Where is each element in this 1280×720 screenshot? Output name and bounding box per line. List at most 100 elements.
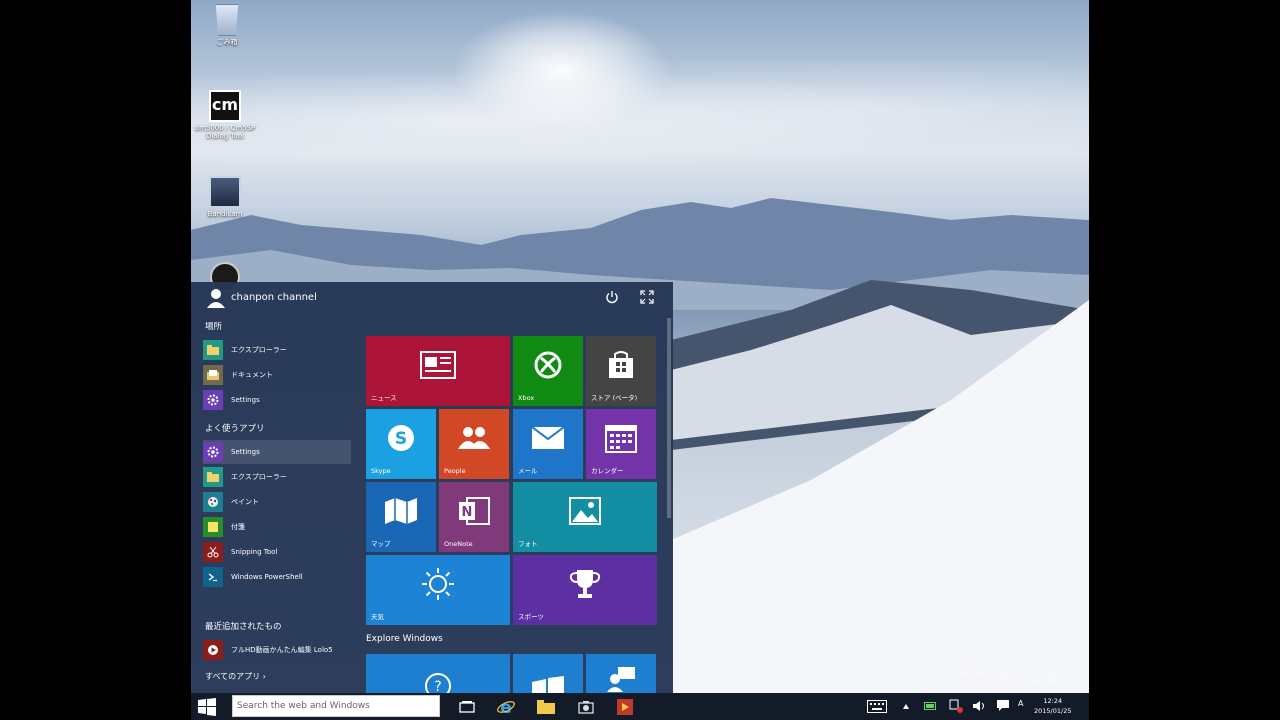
cm-app-icon: cm [209, 90, 241, 122]
help-icon: ? [425, 673, 451, 693]
video-editor-icon [617, 699, 633, 715]
build-watermark: Windows 10 Pro Technical Preview 評価コピー。B… [961, 670, 1063, 686]
show-hidden-icons-icon[interactable] [903, 704, 909, 709]
xbox-icon [534, 351, 562, 379]
tile-news[interactable]: ニュース [366, 336, 510, 406]
place-item-documents[interactable]: ドキュメント [203, 363, 351, 387]
power-icon[interactable] [605, 290, 619, 304]
touch-keyboard-icon[interactable] [867, 700, 887, 713]
start-menu-header: chanpon channel [191, 282, 673, 314]
start-menu: chanpon channel 場所 エクスプローラー ドキュメント Setti… [191, 282, 673, 693]
frequent-app-label: エクスプローラー [231, 473, 287, 481]
frequent-apps-heading: よく使うアプリ [205, 424, 265, 434]
gear-icon [203, 442, 223, 462]
all-apps-link[interactable]: すべてのアプリ › [205, 671, 266, 682]
svg-text:e: e [500, 698, 512, 716]
desktop-icon-label: Bandicam [207, 210, 243, 218]
scissors-icon [203, 542, 223, 562]
tile-onenote[interactable]: N OneNote [439, 482, 509, 552]
recently-added-heading: 最近追加されたもの [205, 622, 282, 632]
onenote-icon: N [459, 497, 490, 526]
desktop-icon-recycle-bin[interactable]: ごみ箱 [191, 4, 263, 46]
paint-icon [203, 492, 223, 512]
recent-app-video-editor[interactable]: フルHD動画かんたん編集 Lolo5 [203, 638, 351, 662]
tile-maps[interactable]: マップ [366, 482, 436, 552]
battery-icon[interactable] [924, 702, 938, 710]
frequent-app-settings[interactable]: Settings [203, 440, 351, 464]
tile-feedback[interactable] [586, 654, 656, 693]
taskbar-internet-explorer[interactable]: e [491, 695, 521, 719]
tile-weather[interactable]: 天気 [366, 555, 510, 625]
tile-xbox[interactable]: Xbox [513, 336, 583, 406]
frequent-app-snipping-tool[interactable]: Snipping Tool [203, 540, 351, 564]
windows-icon [532, 676, 564, 693]
start-button[interactable] [193, 695, 221, 719]
place-item-label: Settings [231, 396, 260, 404]
tile-skype[interactable]: S Skype [366, 409, 436, 479]
tile-people[interactable]: People [439, 409, 509, 479]
tile-label: Xbox [518, 394, 535, 402]
user-name[interactable]: chanpon channel [231, 292, 317, 303]
folder-icon [203, 467, 223, 487]
taskbar: Search the web and Windows e A 12:24 201… [191, 693, 1089, 720]
internet-explorer-icon: e [497, 698, 515, 716]
tile-sports[interactable]: スポーツ [513, 555, 657, 625]
video-editor-icon [203, 640, 223, 660]
frequent-app-label: Windows PowerShell [231, 573, 303, 581]
news-icon [420, 351, 456, 380]
taskbar-camera-app[interactable] [571, 695, 601, 719]
windows-logo-icon [198, 698, 216, 716]
explore-windows-heading: Explore Windows [366, 634, 443, 644]
taskbar-file-explorer[interactable] [531, 695, 561, 719]
tile-mail[interactable]: メール [513, 409, 583, 479]
tile-label: OneNote [444, 540, 473, 548]
tile-windows-feature[interactable] [513, 654, 583, 693]
watermark-line1: Windows 10 Pro Technical Preview [961, 670, 1064, 677]
svg-text:S: S [395, 429, 407, 449]
tile-calendar[interactable]: カレンダー [586, 409, 656, 479]
frequent-app-label: 付箋 [231, 523, 245, 531]
skype-icon: S [388, 425, 414, 452]
taskbar-clock[interactable]: 12:24 2015/01/25 [1034, 696, 1071, 716]
frequent-app-paint[interactable]: ペイント [203, 490, 351, 514]
expand-icon[interactable] [640, 290, 654, 304]
tile-label: フォト [518, 540, 538, 548]
frequent-app-powershell[interactable]: Windows PowerShell [203, 565, 351, 589]
weather-icon [422, 568, 454, 601]
taskbar-video-editor[interactable] [610, 695, 640, 719]
frequent-app-sticky-notes[interactable]: 付箋 [203, 515, 351, 539]
task-view-button[interactable] [452, 695, 482, 719]
desktop-screen: ごみ箱 cm dm5000 / Cm5SP Dialog Tool Bandic… [191, 0, 1089, 720]
search-input[interactable]: Search the web and Windows [232, 695, 440, 717]
volume-icon[interactable] [972, 700, 986, 712]
frequent-app-label: ペイント [231, 498, 259, 506]
desktop-icon-camera-app[interactable]: Bandicam [191, 176, 261, 218]
user-avatar-icon[interactable] [207, 288, 225, 308]
powershell-icon [203, 567, 223, 587]
recent-app-label: フルHD動画かんたん編集 Lolo5 [231, 646, 333, 654]
action-center-icon[interactable] [997, 700, 1009, 712]
clock-date: 2015/01/25 [1034, 707, 1072, 715]
tile-store[interactable]: ストア (ベータ) [586, 336, 656, 406]
desktop-icon-label: dm5000 / Cm5SP Dialog Tool [194, 124, 256, 140]
desktop-icon-cm-tool[interactable]: cm dm5000 / Cm5SP Dialog Tool [191, 90, 261, 140]
place-item-settings[interactable]: Settings [203, 388, 351, 412]
tile-photos[interactable]: フォト [513, 482, 657, 552]
ime-indicator[interactable]: A [1018, 699, 1023, 708]
tile-get-started[interactable]: ? [366, 654, 510, 693]
tile-label: カレンダー [591, 467, 624, 475]
tile-label: 天気 [371, 613, 384, 621]
place-item-explorer[interactable]: エクスプローラー [203, 338, 351, 362]
svg-text:N: N [462, 505, 473, 520]
maps-icon [385, 498, 417, 525]
place-item-label: エクスプローラー [231, 346, 287, 354]
wallpaper-clouds [191, 60, 1089, 180]
network-icon[interactable] [949, 699, 963, 713]
desktop-icon-label: ごみ箱 [216, 38, 238, 46]
tiles-scrollbar[interactable] [667, 318, 671, 518]
frequent-app-explorer[interactable]: エクスプローラー [203, 465, 351, 489]
recycle-bin-icon [215, 4, 239, 36]
people-icon [458, 427, 490, 450]
tile-label: ストア (ベータ) [591, 394, 638, 402]
feedback-icon [607, 667, 635, 692]
